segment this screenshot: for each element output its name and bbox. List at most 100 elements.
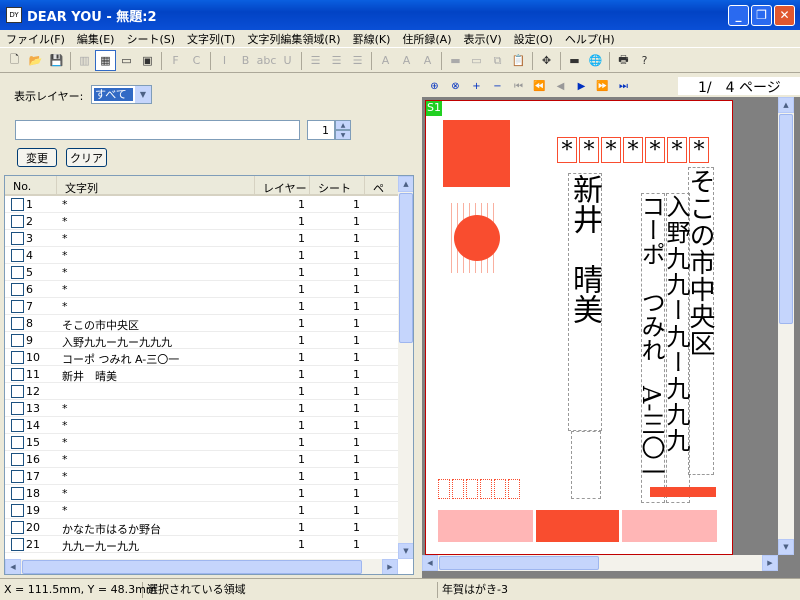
- table-row[interactable]: 8 そこの市中央区 1 1: [5, 315, 399, 332]
- spin-up-icon[interactable]: ▲: [335, 120, 351, 130]
- zip-digit-box[interactable]: *: [667, 137, 687, 163]
- postcard[interactable]: S1 * * * * * * * そこの市中央区 入野九九ー九ー九九九 コーポ つみれ A-…: [425, 100, 733, 555]
- chevron-down-icon[interactable]: ▼: [135, 86, 151, 103]
- row-checkbox[interactable]: [11, 537, 24, 551]
- zip-digit-box[interactable]: *: [557, 137, 577, 163]
- scroll-right-icon[interactable]: ▶: [762, 555, 778, 571]
- window-icon[interactable]: ▭: [116, 50, 137, 71]
- address-line-2[interactable]: 入野九九ー九ー九九九: [662, 193, 690, 503]
- menu-item-5[interactable]: 罫線(K): [347, 31, 397, 47]
- table-row[interactable]: 9 入野九九ー九ー九九九 1 1: [5, 332, 399, 349]
- row-checkbox[interactable]: [11, 214, 24, 228]
- table-row[interactable]: 1 * 1 1: [5, 196, 399, 213]
- row-checkbox[interactable]: [11, 316, 24, 330]
- open-folder-icon[interactable]: 📂: [25, 50, 46, 71]
- menu-item-4[interactable]: 文字列編集領域(R): [241, 31, 346, 47]
- scroll-thumb-h[interactable]: [22, 560, 362, 574]
- save-icon[interactable]: 💾: [46, 50, 67, 71]
- table-row[interactable]: 5 * 1 1: [5, 264, 399, 281]
- table-view-icon[interactable]: ▦: [95, 50, 116, 71]
- row-checkbox[interactable]: [11, 469, 24, 483]
- menu-item-6[interactable]: 住所録(A): [396, 31, 457, 47]
- number-input[interactable]: 1: [307, 120, 335, 140]
- spin-down-icon[interactable]: ▼: [335, 130, 351, 140]
- color-icon[interactable]: C: [186, 50, 207, 71]
- zoom-page-icon[interactable]: ⊗: [445, 76, 466, 96]
- zip-digit-box[interactable]: *: [601, 137, 621, 163]
- table-row[interactable]: 14 * 1 1: [5, 417, 399, 434]
- bold-icon[interactable]: B: [235, 50, 256, 71]
- row-checkbox[interactable]: [11, 503, 24, 517]
- align-right-icon[interactable]: ☰: [347, 50, 368, 71]
- underline-icon[interactable]: U: [277, 50, 298, 71]
- chart-icon[interactable]: ▥: [74, 50, 95, 71]
- row-checkbox[interactable]: [11, 265, 24, 279]
- row-checkbox[interactable]: [11, 435, 24, 449]
- list-horizontal-scrollbar[interactable]: ◀ ▶: [5, 559, 398, 574]
- table-row[interactable]: 17 * 1 1: [5, 468, 399, 485]
- font-icon[interactable]: F: [165, 50, 186, 71]
- scroll-left-icon[interactable]: ◀: [422, 555, 438, 571]
- row-checkbox[interactable]: [11, 486, 24, 500]
- zip-digit-box[interactable]: *: [623, 137, 643, 163]
- prev-page-icon[interactable]: ◀: [550, 76, 571, 96]
- move-icon[interactable]: ✥: [536, 50, 557, 71]
- italic-icon[interactable]: I: [214, 50, 235, 71]
- zip-digit-box[interactable]: *: [689, 137, 709, 163]
- line-icon[interactable]: ▬: [564, 50, 585, 71]
- table-row[interactable]: 6 * 1 1: [5, 281, 399, 298]
- maximize-button[interactable]: ❐: [751, 4, 772, 26]
- zoom-fit-icon[interactable]: ⊕: [424, 76, 445, 96]
- scroll-thumb-h[interactable]: [439, 556, 599, 570]
- table-row[interactable]: 7 * 1 1: [5, 298, 399, 315]
- help-icon[interactable]: ?: [634, 50, 655, 71]
- screen-icon[interactable]: ▣: [137, 50, 158, 71]
- column-header-layer[interactable]: レイヤー: [255, 176, 310, 194]
- table-row[interactable]: 15 * 1 1: [5, 434, 399, 451]
- next-page-icon[interactable]: ▶: [571, 76, 592, 96]
- last-page-icon[interactable]: ⏭: [613, 76, 634, 96]
- menu-item-9[interactable]: ヘルプ(H): [559, 31, 621, 47]
- zip-digit-box[interactable]: *: [645, 137, 665, 163]
- table-row[interactable]: 20 かなた市はるか野台 1 1: [5, 519, 399, 536]
- row-checkbox[interactable]: [11, 418, 24, 432]
- scroll-down-icon[interactable]: ▼: [778, 539, 794, 555]
- column-header-page[interactable]: ペ: [365, 176, 399, 194]
- scroll-thumb[interactable]: [399, 193, 413, 343]
- strikethrough-icon[interactable]: abc: [256, 50, 277, 71]
- printer-icon[interactable]: 🖶: [613, 50, 634, 71]
- prev-fast-icon[interactable]: ⏪: [529, 76, 550, 96]
- column-header-no[interactable]: No.: [5, 176, 57, 194]
- row-checkbox[interactable]: [11, 350, 24, 364]
- preview-vertical-scrollbar[interactable]: ▲ ▼: [778, 97, 794, 555]
- paste-icon[interactable]: 📋: [508, 50, 529, 71]
- table-row[interactable]: 21 九九ー九ー九九 1 1: [5, 536, 399, 553]
- zoom-out-icon[interactable]: −: [487, 76, 508, 96]
- menu-item-1[interactable]: 編集(E): [71, 31, 121, 47]
- scroll-up-icon[interactable]: ▲: [778, 97, 794, 113]
- text-fit-icon[interactable]: A: [375, 50, 396, 71]
- row-checkbox[interactable]: [11, 333, 24, 347]
- table-row[interactable]: 16 * 1 1: [5, 451, 399, 468]
- row-checkbox[interactable]: [11, 248, 24, 262]
- table-row[interactable]: 13 * 1 1: [5, 400, 399, 417]
- close-button[interactable]: ✕: [774, 4, 795, 26]
- row-checkbox[interactable]: [11, 401, 24, 415]
- menu-item-0[interactable]: ファイル(F): [0, 31, 71, 47]
- align-center-icon[interactable]: ☰: [326, 50, 347, 71]
- text-fill-icon[interactable]: A: [417, 50, 438, 71]
- zip-digit-box[interactable]: *: [579, 137, 599, 163]
- frame2-icon[interactable]: ▭: [466, 50, 487, 71]
- table-row[interactable]: 18 * 1 1: [5, 485, 399, 502]
- scroll-thumb[interactable]: [779, 114, 793, 324]
- menu-item-2[interactable]: シート(S): [120, 31, 181, 47]
- clear-button[interactable]: クリア: [66, 148, 107, 167]
- row-checkbox[interactable]: [11, 367, 24, 381]
- table-row[interactable]: 19 * 1 1: [5, 502, 399, 519]
- change-button[interactable]: 変更: [17, 148, 57, 167]
- column-header-text[interactable]: 文字列: [57, 176, 255, 194]
- address-line-1[interactable]: そこの市中央区: [685, 167, 715, 475]
- align-left-icon[interactable]: ☰: [305, 50, 326, 71]
- preview-canvas[interactable]: S1 * * * * * * * そこの市中央区 入野九九ー九ー九九九 コーポ つみれ A-…: [422, 97, 800, 578]
- row-checkbox[interactable]: [11, 452, 24, 466]
